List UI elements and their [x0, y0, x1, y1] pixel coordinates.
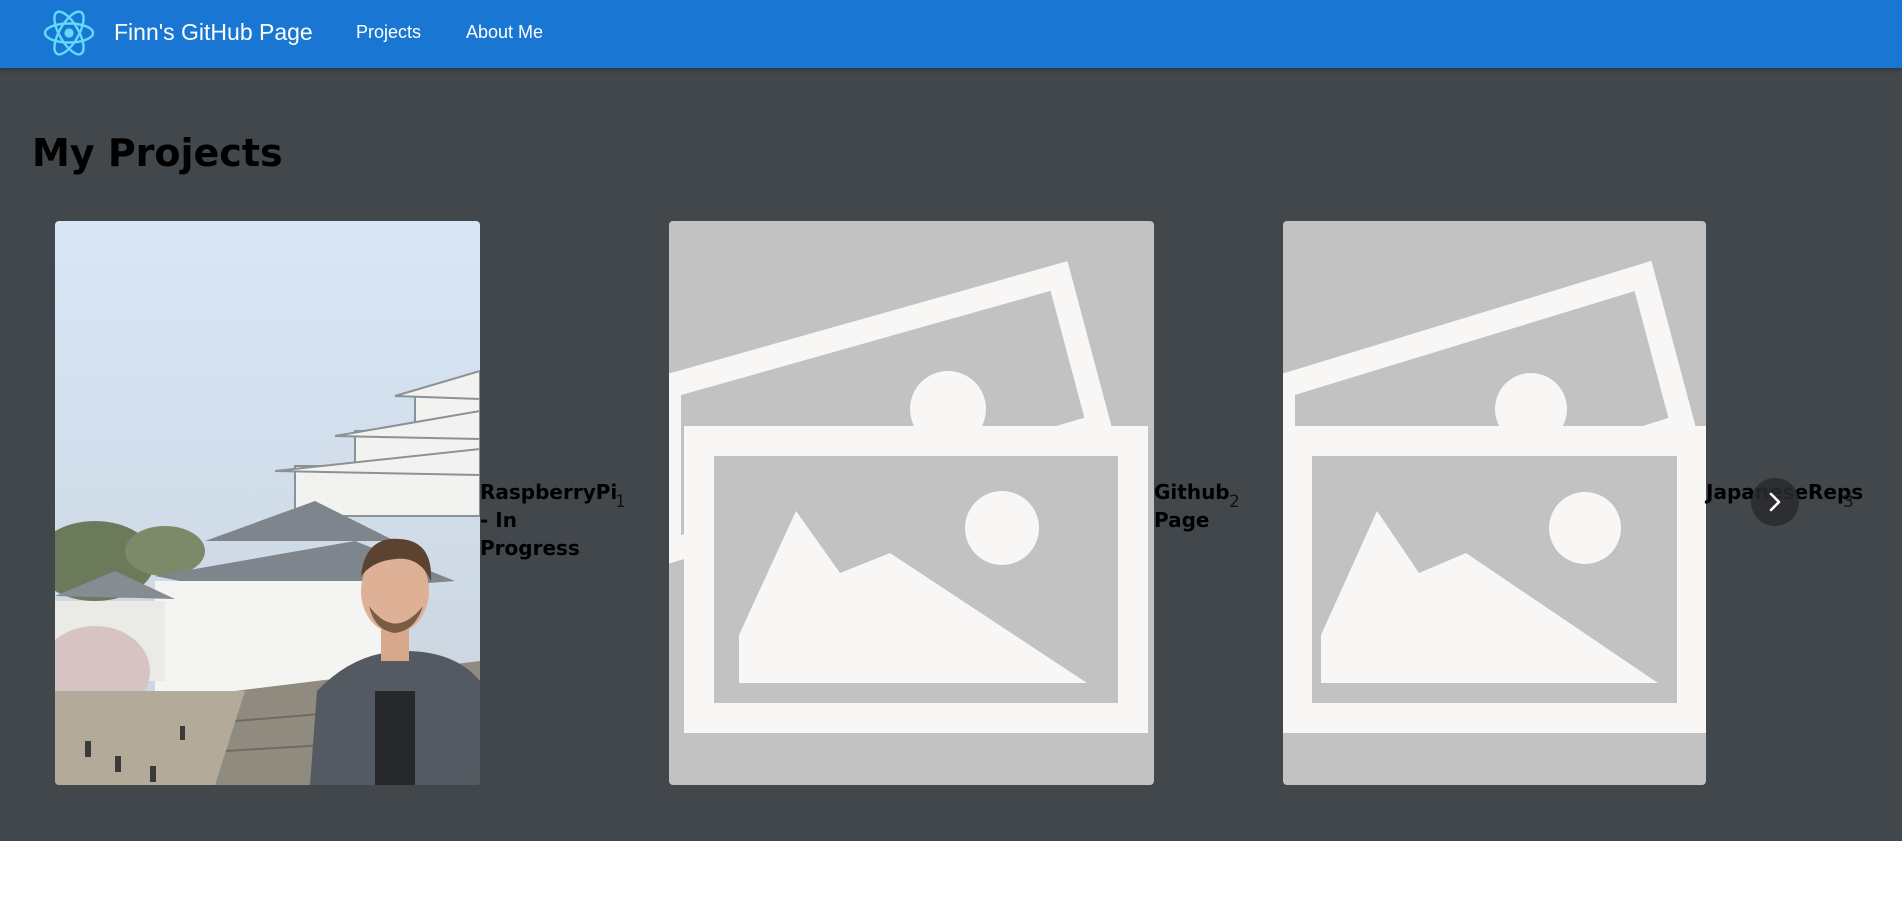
slide-number: 1	[615, 492, 626, 512]
project-title[interactable]: Github Page	[1154, 478, 1234, 534]
slide-number: 2	[1229, 492, 1240, 512]
react-atom-icon[interactable]	[42, 6, 96, 60]
project-image-japanesereps[interactable]	[1283, 221, 1706, 785]
site-title[interactable]: Finn's GitHub Page	[114, 17, 313, 47]
projects-section: My Projects RaspberryPi - In Progress 1 …	[0, 68, 1902, 841]
image-placeholder-icon	[1283, 221, 1706, 785]
castle-photo	[55, 221, 480, 785]
nav-link-projects[interactable]: Projects	[356, 21, 421, 43]
top-navbar: Finn's GitHub Page Projects About Me	[0, 0, 1902, 68]
carousel-next-button[interactable]	[1751, 478, 1799, 526]
nav-link-about-me[interactable]: About Me	[466, 21, 543, 43]
slide-number: 3	[1843, 492, 1854, 512]
image-placeholder-icon	[669, 221, 1154, 785]
chevron-right-icon	[1769, 492, 1781, 512]
project-image-github-page[interactable]	[669, 221, 1154, 785]
page-title: My Projects	[32, 131, 283, 175]
project-image-raspberrypi[interactable]	[55, 221, 480, 785]
project-title[interactable]: RaspberryPi - In Progress	[480, 478, 620, 562]
